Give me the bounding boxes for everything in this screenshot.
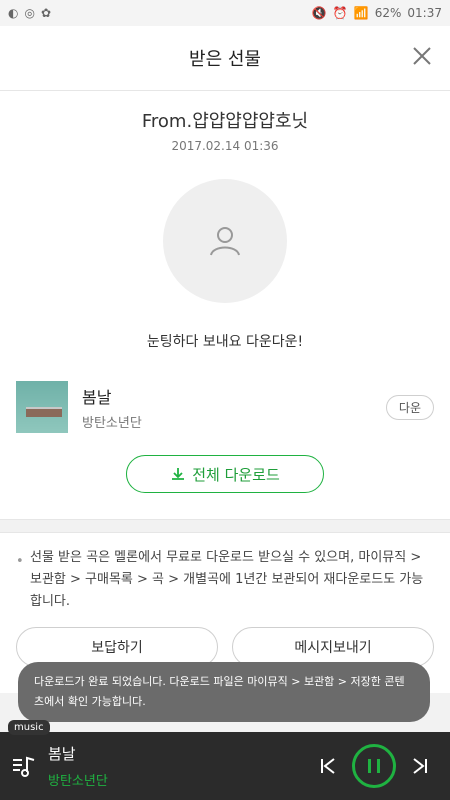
send-message-button[interactable]: 메시지보내기 [232,627,434,667]
alarm-icon: ⏰ [332,6,348,20]
sender-avatar [163,179,287,303]
gift-sender: From.얍얍얍얍얍호닛 [141,111,309,132]
close-icon [413,47,431,65]
header: 받은 선물 [0,26,450,91]
gift-content: From.얍얍얍얍얍호닛 2017.02.14 01:36 눈팅하다 보내요 다… [0,91,450,519]
previous-button[interactable] [314,752,342,780]
gift-message: 눈팅하다 보내요 다운다운! [146,334,304,350]
close-button[interactable] [408,42,436,70]
app-icon: ✿ [40,6,52,20]
next-icon [413,758,427,774]
song-info: 봄날 방탄소년단 [82,384,386,431]
notification-icon: ◐ [8,6,19,20]
bullet-icon: • [16,554,24,569]
mute-icon: 🔇 [311,6,327,20]
music-tag: music [8,720,50,735]
player-song-title: 봄날 [48,745,76,763]
notice-text: 선물 받은 곡은 멜론에서 무료로 다운로드 받으실 수 있으며, 마이뮤직 >… [30,550,424,609]
song-row[interactable]: 봄날 방탄소년단 다운 [0,379,450,435]
time-text: 01:37 [407,6,442,20]
notice: • 선물 받은 곡은 멜론에서 무료로 다운로드 받으실 수 있으며, 마이뮤직… [0,533,450,613]
playlist-button[interactable] [0,752,48,780]
user-icon [210,227,240,256]
pause-icon [368,759,371,773]
player-song-artist: 방탄소년단 [48,774,108,789]
reply-button[interactable]: 보답하기 [16,627,218,667]
download-all-label: 전체 다운로드 [192,465,280,484]
gift-date: 2017.02.14 01:36 [171,139,279,153]
previous-icon [321,758,335,774]
page-title: 받은 선물 [189,49,261,70]
download-all-button[interactable]: 전체 다운로드 [126,455,324,493]
player-info[interactable]: 봄날 방탄소년단 [48,743,314,789]
song-download-button[interactable]: 다운 [385,394,434,420]
playlist-music-icon [13,756,35,777]
battery-text: 62% [374,6,402,20]
player-controls [314,744,450,788]
download-icon [172,468,185,480]
toast-message: 다운로드가 완료 되었습니다. 다운로드 파일은 마이뮤직 > 보관함 > 저장… [18,662,430,722]
status-bar: ◐ ◎ ✿ 🔇 ⏰ 📶 62% 01:37 [0,0,450,26]
app-icon: ◎ [24,6,35,20]
pause-button[interactable] [352,744,396,788]
wifi-icon: 📶 [353,6,369,20]
next-button[interactable] [406,752,434,780]
mini-player[interactable]: music 봄날 방탄소년단 [0,720,450,800]
pause-icon [377,759,380,773]
section-divider [0,519,450,533]
song-title: 봄날 [82,387,112,407]
song-artist: 방탄소년단 [82,415,142,431]
album-art [16,381,68,433]
